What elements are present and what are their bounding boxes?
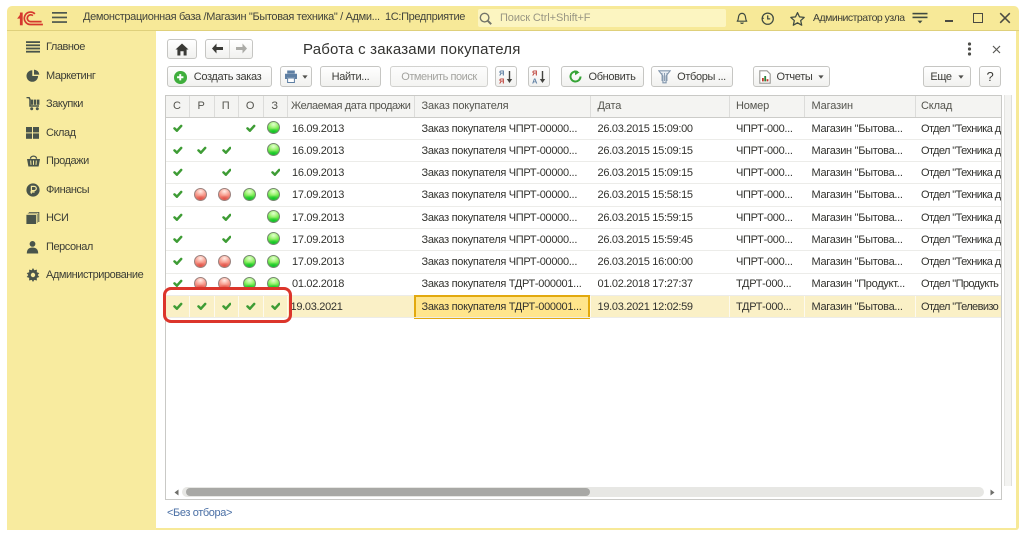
svg-text:А: А (532, 77, 538, 85)
svg-text:Я: Я (499, 77, 504, 85)
